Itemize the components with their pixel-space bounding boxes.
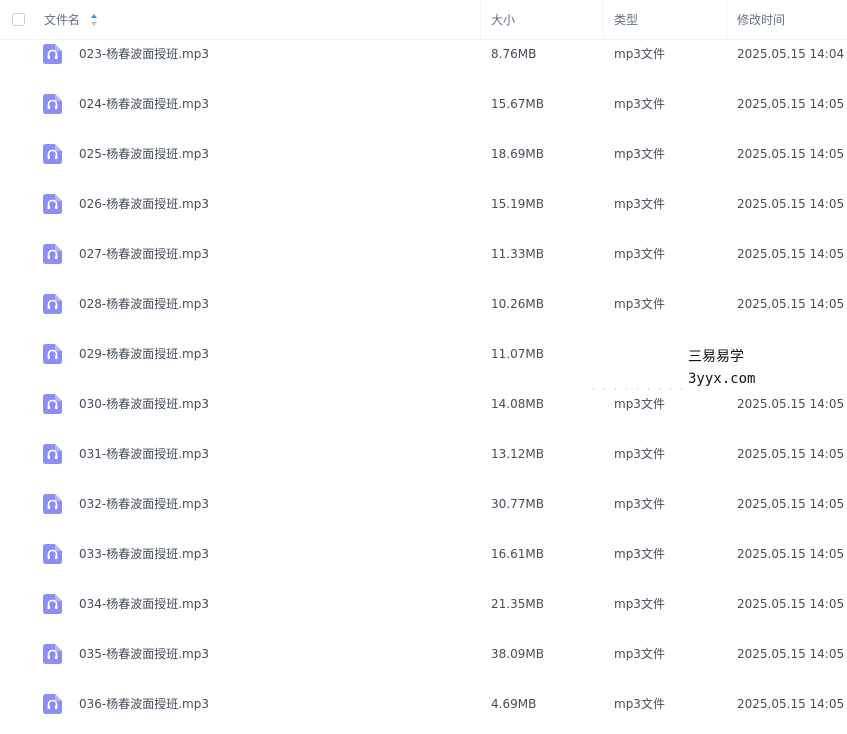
watermark-dots xyxy=(593,388,683,390)
file-name[interactable]: 031-杨春波面授班.mp3 xyxy=(79,429,209,479)
file-size: 15.19MB xyxy=(491,197,544,211)
file-modified-date: 2025.05.15 14:05 xyxy=(737,247,845,261)
audio-file-icon xyxy=(43,194,62,214)
file-type: mp3文件 xyxy=(614,447,665,461)
file-modified-date: 2025.05.15 14:05 xyxy=(737,547,845,561)
select-all-checkbox[interactable] xyxy=(12,13,25,26)
file-type: mp3文件 xyxy=(614,197,665,211)
file-name[interactable]: 034-杨春波面授班.mp3 xyxy=(79,579,209,629)
file-size: 14.08MB xyxy=(491,397,544,411)
file-name[interactable]: 035-杨春波面授班.mp3 xyxy=(79,629,209,679)
file-modified-date: 2025.05.15 14:05 xyxy=(737,597,845,611)
file-name[interactable]: 029-杨春波面授班.mp3 xyxy=(79,329,209,379)
file-size: 4.69MB xyxy=(491,697,537,711)
watermark-line-2: 3yyx.com xyxy=(688,371,756,387)
file-modified-date: 2025.05.15 14:05 xyxy=(737,297,845,311)
audio-file-icon xyxy=(43,344,62,364)
watermark-line-1: 三易易学 xyxy=(688,349,744,365)
file-modified-date: 2025.05.15 14:05 xyxy=(737,447,845,461)
file-row[interactable]: 035-杨春波面授班.mp3 38.09MB mp3文件 2025.05.15 14:… xyxy=(0,629,847,679)
file-name[interactable]: 028-杨春波面授班.mp3 xyxy=(79,279,209,329)
file-size: 38.09MB xyxy=(491,647,544,661)
file-modified-date: 2025.05.15 14:05 xyxy=(737,147,845,161)
file-type: mp3文件 xyxy=(614,47,665,61)
file-row[interactable]: 032-杨春波面授班.mp3 30.77MB mp3文件 2025.05.15 14:… xyxy=(0,479,847,529)
sort-icon[interactable] xyxy=(90,13,98,27)
file-name[interactable]: 025-杨春波面授班.mp3 xyxy=(79,129,209,179)
file-row[interactable]: 023-杨春波面授班.mp3 8.76MB mp3文件 2025.05.15 14:0… xyxy=(0,29,847,79)
file-name[interactable]: 032-杨春波面授班.mp3 xyxy=(79,479,209,529)
audio-file-icon xyxy=(43,494,62,514)
file-modified-date: 2025.05.15 14:05 xyxy=(737,647,845,661)
file-row[interactable]: 026-杨春波面授班.mp3 15.19MB mp3文件 2025.05.15 14:… xyxy=(0,179,847,229)
file-type: mp3文件 xyxy=(614,97,665,111)
file-list-page: 文件名 大小 类型 修改时间 023-杨春波面授班.mp3 8.76MB mp3文件… xyxy=(0,0,847,734)
file-type: mp3文件 xyxy=(614,697,665,711)
file-type: mp3文件 xyxy=(614,147,665,161)
audio-file-icon xyxy=(43,544,62,564)
watermark: 三易易学 3yyx.com xyxy=(688,346,755,390)
file-size: 11.33MB xyxy=(491,247,544,261)
file-modified-date: 2025.05.15 14:04 xyxy=(737,47,845,61)
file-size: 8.76MB xyxy=(491,47,537,61)
file-size: 11.07MB xyxy=(491,347,544,361)
file-type: mp3文件 xyxy=(614,597,665,611)
file-size: 13.12MB xyxy=(491,447,544,461)
file-name[interactable]: 033-杨春波面授班.mp3 xyxy=(79,529,209,579)
file-type: mp3文件 xyxy=(614,647,665,661)
file-type: mp3文件 xyxy=(614,547,665,561)
file-size: 21.35MB xyxy=(491,597,544,611)
audio-file-icon xyxy=(43,594,62,614)
audio-file-icon xyxy=(43,144,62,164)
file-row[interactable]: 036-杨春波面授班.mp3 4.69MB mp3文件 2025.05.15 14:0… xyxy=(0,679,847,729)
file-row[interactable]: 025-杨春波面授班.mp3 18.69MB mp3文件 2025.05.15 14:… xyxy=(0,129,847,179)
file-modified-date: 2025.05.15 14:05 xyxy=(737,97,845,111)
audio-file-icon xyxy=(43,644,62,664)
file-name[interactable]: 027-杨春波面授班.mp3 xyxy=(79,229,209,279)
audio-file-icon xyxy=(43,294,62,314)
file-type: mp3文件 xyxy=(614,247,665,261)
file-name[interactable]: 030-杨春波面授班.mp3 xyxy=(79,379,209,429)
file-row[interactable]: 027-杨春波面授班.mp3 11.33MB mp3文件 2025.05.15 14:… xyxy=(0,229,847,279)
file-modified-date: 2025.05.15 14:05 xyxy=(737,697,845,711)
file-row[interactable]: 028-杨春波面授班.mp3 10.26MB mp3文件 2025.05.15 14:… xyxy=(0,279,847,329)
file-size: 15.67MB xyxy=(491,97,544,111)
file-size: 30.77MB xyxy=(491,497,544,511)
file-name[interactable]: 023-杨春波面授班.mp3 xyxy=(79,29,209,79)
audio-file-icon xyxy=(43,44,62,64)
file-row[interactable]: 033-杨春波面授班.mp3 16.61MB mp3文件 2025.05.15 14:… xyxy=(0,529,847,579)
file-type: mp3文件 xyxy=(614,397,665,411)
file-name[interactable]: 026-杨春波面授班.mp3 xyxy=(79,179,209,229)
file-type: mp3文件 xyxy=(614,297,665,311)
audio-file-icon xyxy=(43,444,62,464)
file-size: 10.26MB xyxy=(491,297,544,311)
file-modified-date: 2025.05.15 14:05 xyxy=(737,197,845,211)
audio-file-icon xyxy=(43,94,62,114)
file-type: mp3文件 xyxy=(614,497,665,511)
file-size: 16.61MB xyxy=(491,547,544,561)
audio-file-icon xyxy=(43,394,62,414)
file-row[interactable]: 034-杨春波面授班.mp3 21.35MB mp3文件 2025.05.15 14:… xyxy=(0,579,847,629)
file-modified-date: 2025.05.15 14:05 xyxy=(737,497,845,511)
file-row[interactable]: 031-杨春波面授班.mp3 13.12MB mp3文件 2025.05.15 14:… xyxy=(0,429,847,479)
file-name[interactable]: 036-杨春波面授班.mp3 xyxy=(79,679,209,729)
file-size: 18.69MB xyxy=(491,147,544,161)
audio-file-icon xyxy=(43,694,62,714)
file-row[interactable]: 024-杨春波面授班.mp3 15.67MB mp3文件 2025.05.15 14:… xyxy=(0,79,847,129)
audio-file-icon xyxy=(43,244,62,264)
file-name[interactable]: 024-杨春波面授班.mp3 xyxy=(79,79,209,129)
